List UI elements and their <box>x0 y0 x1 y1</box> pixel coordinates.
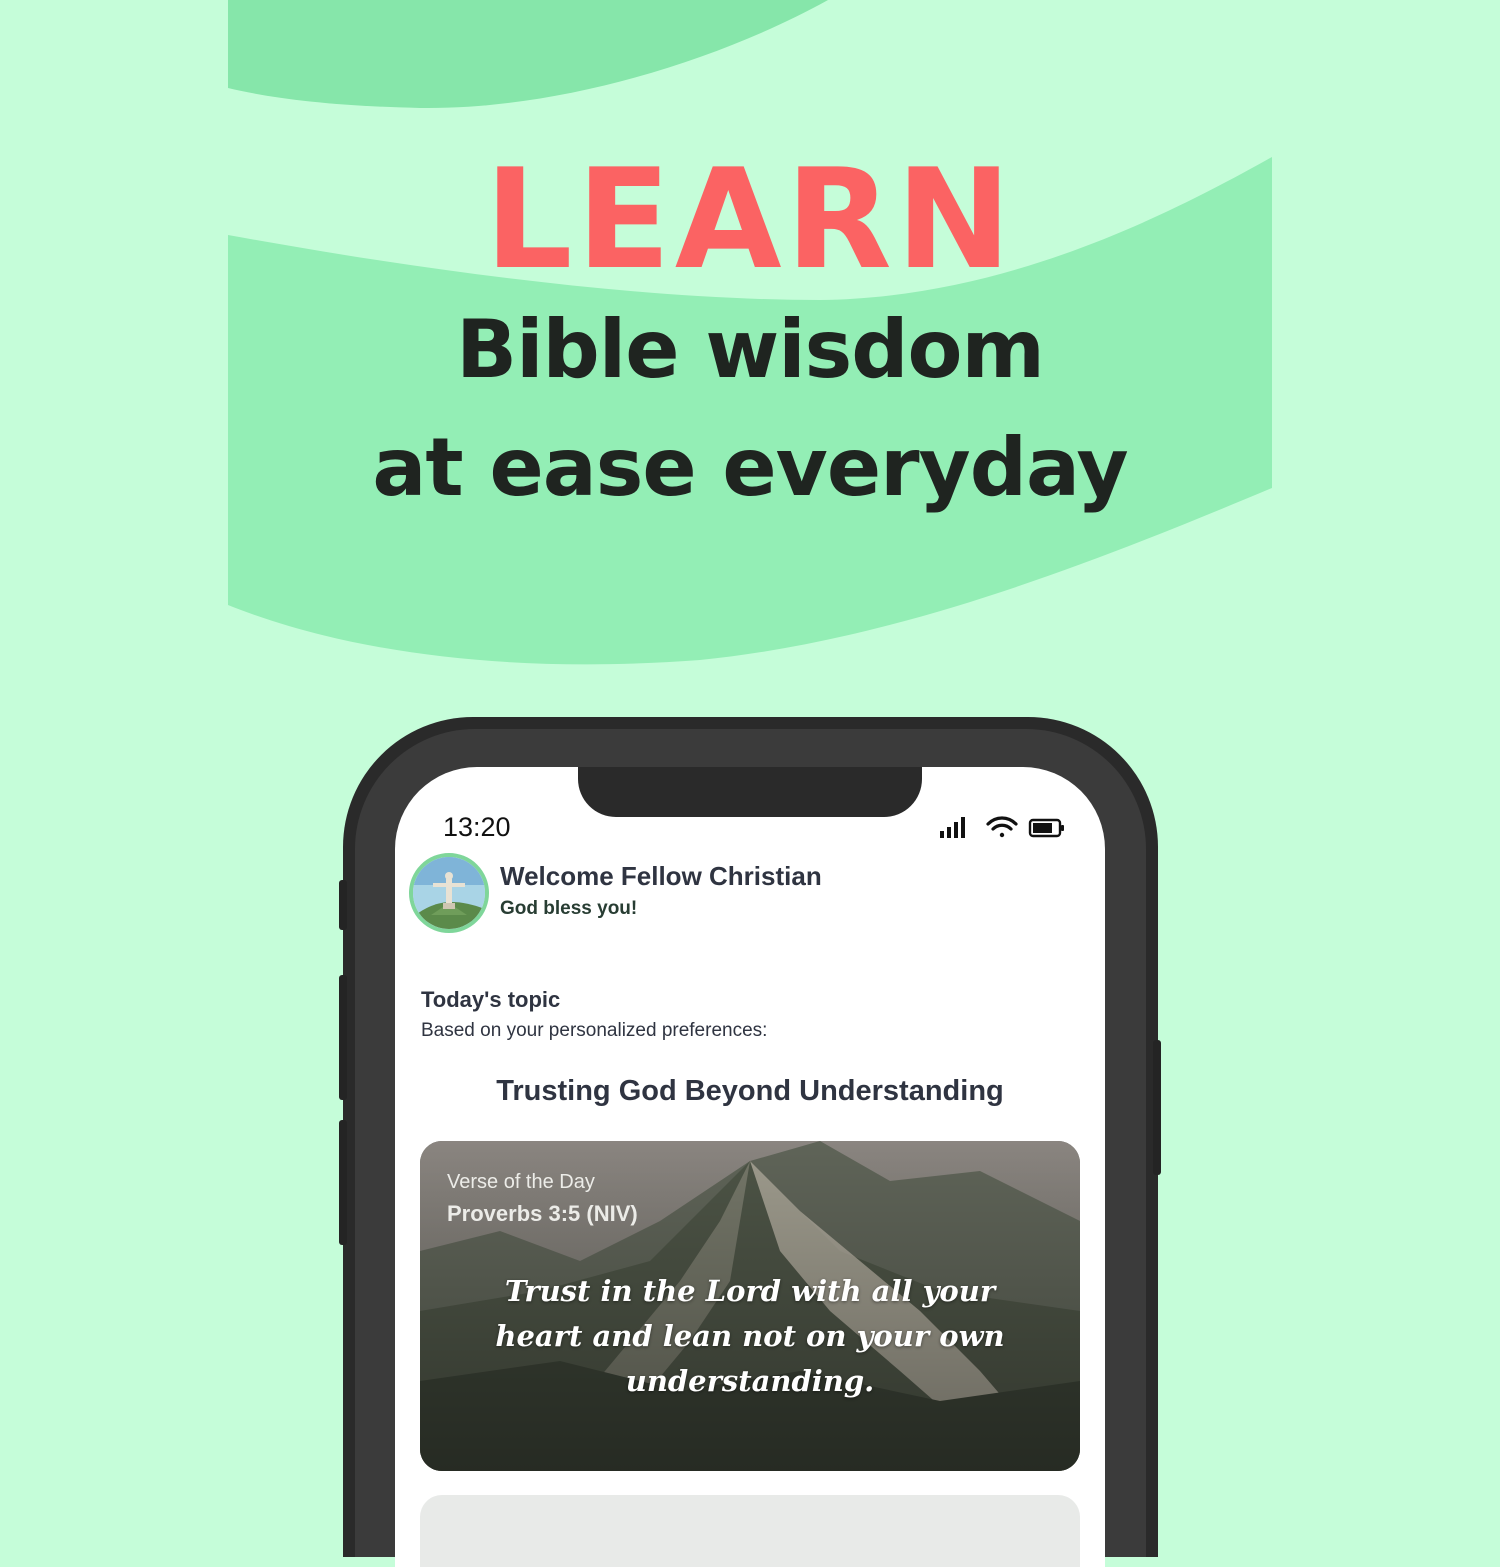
phone-notch <box>578 767 922 817</box>
phone-side-button <box>1153 1040 1161 1175</box>
battery-icon <box>1028 818 1064 838</box>
signal-icon <box>940 817 965 838</box>
avatar-image <box>413 857 485 929</box>
phone-side-button <box>339 975 347 1100</box>
status-icons <box>940 816 1064 838</box>
status-time: 13:20 <box>443 812 511 842</box>
wifi-icon <box>986 816 1018 838</box>
topic-subtitle: Based on your personalized preferences: <box>421 1020 768 1041</box>
phone-side-button <box>339 1120 347 1245</box>
next-card[interactable] <box>420 1495 1080 1567</box>
headline-line-1: Bible wisdom <box>456 303 1045 396</box>
phone-side-button <box>339 880 347 930</box>
headline-learn: LEARN <box>484 139 1016 300</box>
verse-label: Verse of the Day <box>447 1171 595 1193</box>
avatar[interactable] <box>409 853 489 933</box>
topic-title[interactable]: Trusting God Beyond Understanding <box>395 1075 1105 1108</box>
topic-label: Today's topic <box>421 987 561 1012</box>
phone-screen: 13:20 Welcome Fellow Christian God bless… <box>395 767 1105 1567</box>
headline-line-2: at ease everyday <box>372 421 1128 514</box>
verse-text: Trust in the Lord with all your heart an… <box>495 1274 1005 1398</box>
verse-of-the-day-card[interactable]: Verse of the Day Proverbs 3:5 (NIV) Trus… <box>420 1141 1080 1471</box>
welcome-greeting: God bless you! <box>500 898 638 919</box>
verse-reference: Proverbs 3:5 (NIV) <box>447 1201 638 1226</box>
welcome-title: Welcome Fellow Christian <box>500 861 822 891</box>
